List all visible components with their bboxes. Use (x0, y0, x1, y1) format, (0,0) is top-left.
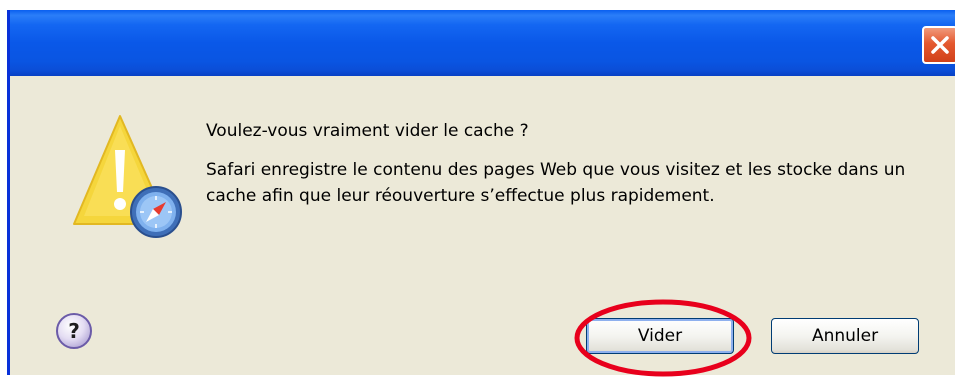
warning-triangle-safari-icon (73, 115, 182, 238)
dialog-message: Safari enregistre le contenu des pages W… (206, 160, 906, 206)
help-icon[interactable]: ? (54, 311, 94, 351)
annuler-button[interactable]: Annuler (771, 318, 919, 354)
help-symbol: ? (68, 319, 80, 343)
title-bar[interactable] (10, 10, 955, 76)
vider-button[interactable]: Vider (586, 318, 734, 354)
close-icon (931, 36, 949, 54)
close-button[interactable] (922, 26, 955, 64)
dialog-window: Voulez-vous vraiment vider le cache ? Sa… (7, 10, 955, 377)
dialog-content: Voulez-vous vraiment vider le cache ? Sa… (10, 76, 955, 377)
dialog-question: Voulez-vous vraiment vider le cache ? (206, 121, 529, 141)
